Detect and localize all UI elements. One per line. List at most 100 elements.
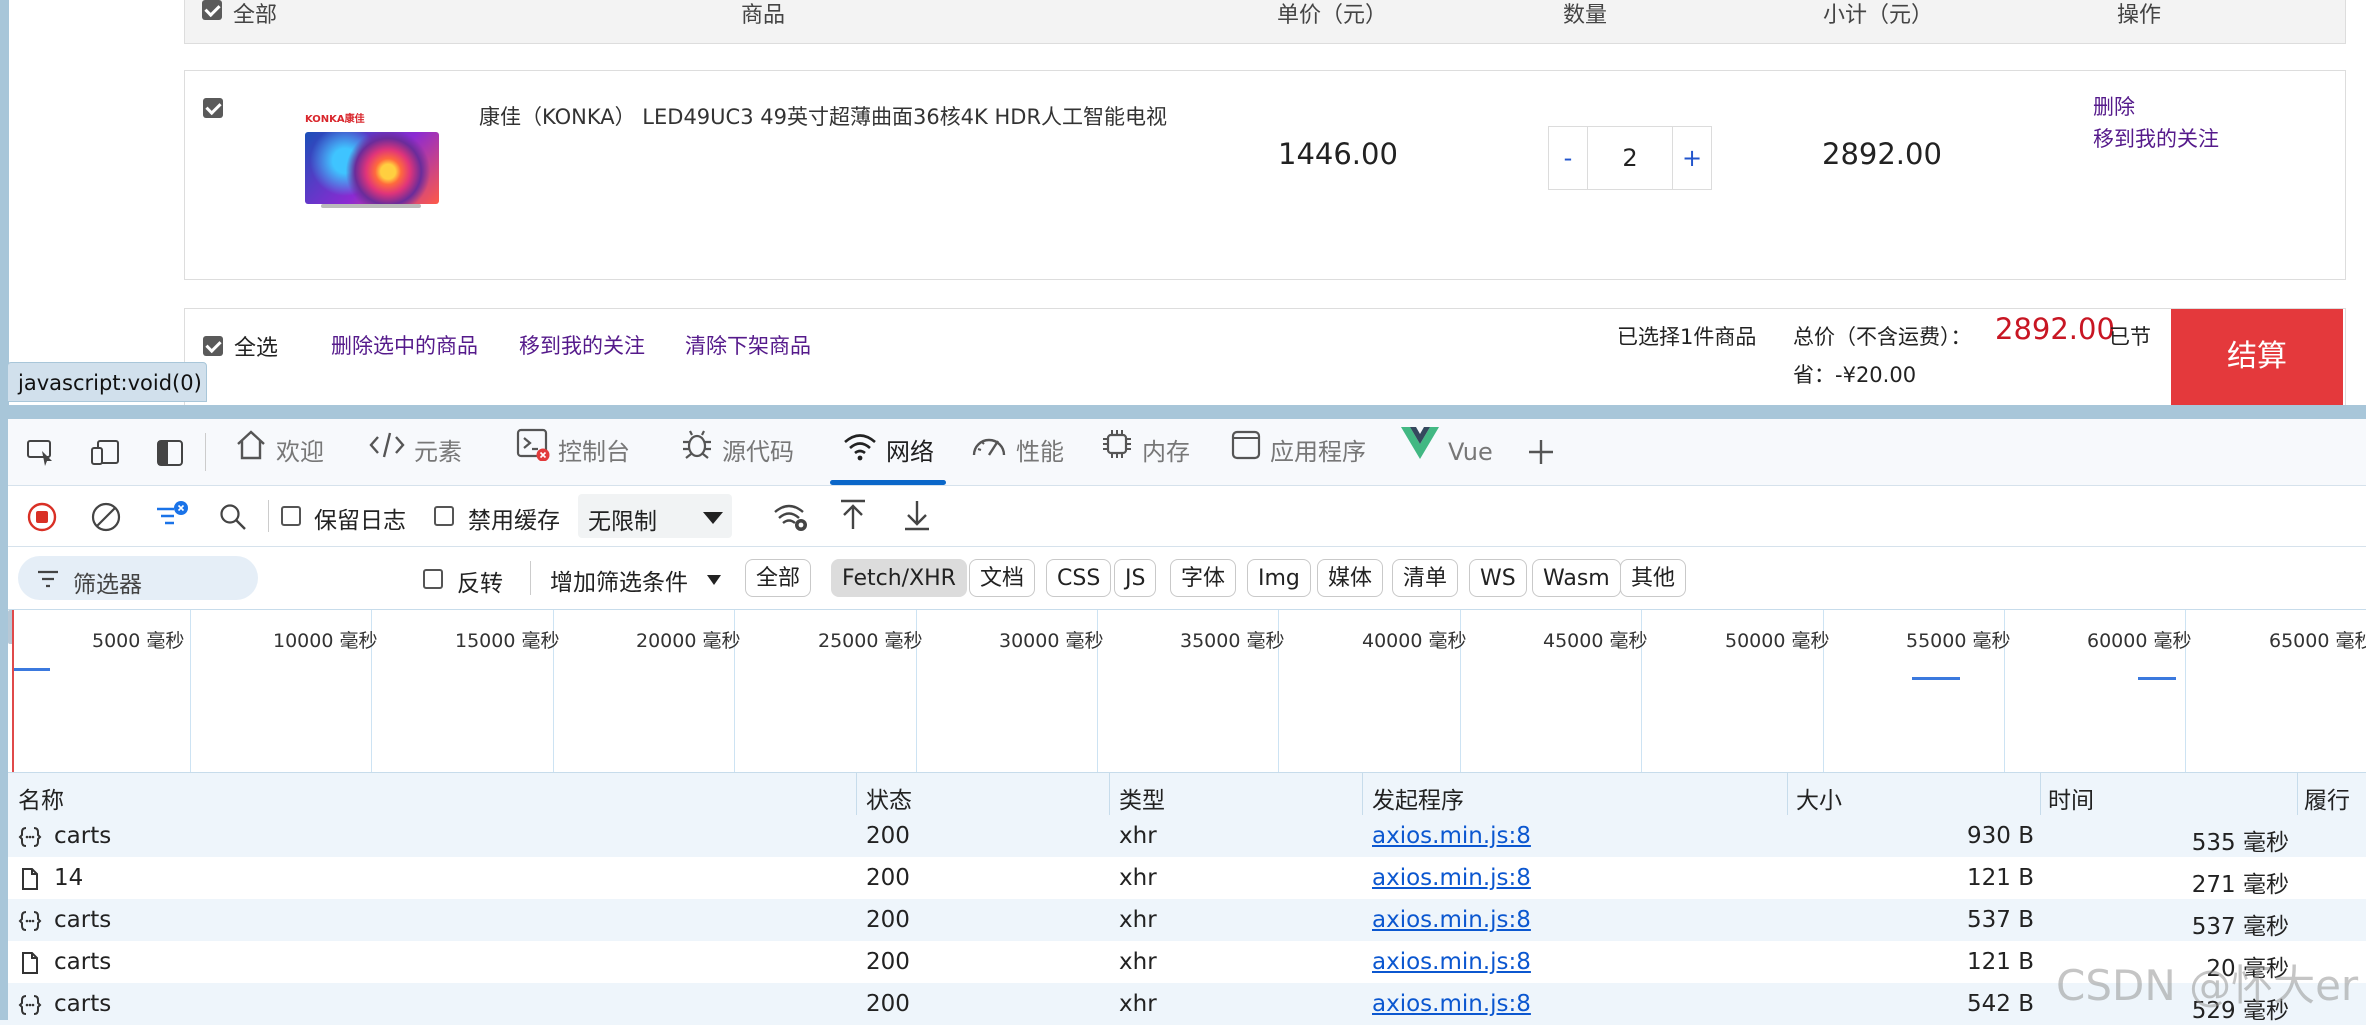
column-size[interactable]: 大小 bbox=[1796, 781, 1842, 815]
table-row[interactable]: carts 200 xhr axios.min.js:8 537 B 537 毫秒 bbox=[0, 899, 2366, 941]
cart-page: 全部 商品 单价（元） 数量 小计（元） 操作 KONKA康佳 康佳（KONKA… bbox=[0, 0, 2366, 405]
device-toolbar-icon[interactable] bbox=[90, 439, 120, 471]
move-to-favorites-link[interactable]: 移到我的关注 bbox=[2093, 123, 2219, 153]
tab-memory[interactable]: 内存 bbox=[1100, 419, 1190, 485]
quantity-input[interactable]: 2 bbox=[1588, 127, 1672, 189]
record-icon[interactable] bbox=[26, 501, 58, 537]
import-har-icon[interactable] bbox=[838, 498, 868, 536]
network-conditions-icon[interactable] bbox=[772, 500, 810, 538]
request-name[interactable]: carts bbox=[54, 991, 111, 1017]
tab-network[interactable]: 网络 bbox=[830, 419, 946, 485]
home-icon bbox=[234, 420, 268, 486]
increase-quantity-button[interactable]: + bbox=[1672, 127, 1711, 189]
request-name[interactable]: carts bbox=[54, 823, 111, 849]
disable-cache-checkbox[interactable] bbox=[434, 506, 454, 526]
select-all-footer-checkbox[interactable] bbox=[203, 336, 223, 356]
tab-performance-label: 性能 bbox=[1016, 438, 1064, 466]
filter-input[interactable]: 筛选器 bbox=[18, 556, 258, 600]
tab-vue-label: Vue bbox=[1448, 438, 1493, 466]
filter-chip-ws[interactable]: WS bbox=[1469, 559, 1527, 597]
request-type: xhr bbox=[1119, 865, 1157, 891]
filter-chip-doc[interactable]: 文档 bbox=[969, 559, 1036, 597]
clear-icon[interactable] bbox=[90, 501, 122, 537]
network-requests-table: 名称 状态 类型 发起程序 大小 时间 履行者 carts 200 xhr axios… bbox=[0, 773, 2366, 1025]
column-status[interactable]: 状态 bbox=[866, 781, 912, 815]
column-name[interactable]: 名称 bbox=[18, 781, 64, 815]
filter-chip-css[interactable]: CSS bbox=[1046, 559, 1112, 597]
product-image[interactable]: KONKA康佳 bbox=[303, 106, 441, 210]
filter-chip-img[interactable]: Img bbox=[1247, 559, 1311, 597]
dock-side-icon[interactable] bbox=[156, 439, 184, 471]
request-initiator-link[interactable]: axios.min.js:8 bbox=[1372, 949, 1531, 975]
filter-chip-font[interactable]: 字体 bbox=[1170, 559, 1237, 597]
inspect-element-icon[interactable] bbox=[26, 439, 56, 471]
total-label: 总价（不含运费）： bbox=[1793, 325, 1972, 349]
throttling-select[interactable]: 无限制 bbox=[578, 494, 732, 538]
caret-down-small-icon bbox=[706, 571, 722, 590]
preserve-log-checkbox[interactable] bbox=[281, 506, 301, 526]
table-row[interactable]: carts 200 xhr axios.min.js:8 542 B 529 毫秒 bbox=[0, 983, 2366, 1025]
column-time[interactable]: 时间 bbox=[2048, 781, 2094, 815]
timeline-tick-label: 60000 毫秒 bbox=[2087, 630, 2192, 652]
app-icon bbox=[1230, 420, 1262, 486]
request-initiator-link[interactable]: axios.min.js:8 bbox=[1372, 865, 1531, 891]
footer-move-to-favorites-link[interactable]: 移到我的关注 bbox=[519, 330, 645, 360]
timeline-request-bar bbox=[14, 668, 50, 671]
filter-chip-js[interactable]: JS bbox=[1114, 559, 1157, 597]
delete-selected-link[interactable]: 删除选中的商品 bbox=[331, 330, 478, 360]
invert-checkbox[interactable] bbox=[423, 569, 443, 589]
table-row[interactable]: carts 200 xhr axios.min.js:8 930 B 535 毫秒 bbox=[0, 815, 2366, 857]
export-har-icon[interactable] bbox=[902, 498, 932, 536]
item-checkbox[interactable] bbox=[203, 98, 223, 118]
timeline-tick-label: 20000 毫秒 bbox=[636, 630, 741, 652]
tab-elements[interactable]: 元素 bbox=[368, 419, 462, 485]
tabbar-divider bbox=[205, 433, 206, 471]
devtools-resize-handle[interactable] bbox=[0, 405, 2366, 419]
checkout-button[interactable]: 结算 bbox=[2171, 309, 2343, 405]
decrease-quantity-button[interactable]: - bbox=[1549, 127, 1588, 189]
tab-sources[interactable]: 源代码 bbox=[680, 419, 794, 485]
header-select-all-label: 全部 bbox=[233, 3, 278, 28]
filter-chip-wasm[interactable]: Wasm bbox=[1532, 559, 1621, 597]
xhr-icon bbox=[18, 909, 42, 939]
selected-count: 已选择1件商品 bbox=[1617, 325, 1757, 349]
table-row[interactable]: 14 200 xhr axios.min.js:8 121 B 271 毫秒 bbox=[0, 857, 2366, 899]
delete-link[interactable]: 删除 bbox=[2093, 91, 2135, 121]
bug-icon bbox=[680, 420, 714, 486]
filter-toggle-icon[interactable] bbox=[154, 499, 190, 539]
product-title[interactable]: 康佳（KONKA） LED49UC3 49英寸超薄曲面36核4K HDR人工智能… bbox=[479, 101, 1167, 131]
filter-chip-media[interactable]: 媒体 bbox=[1317, 559, 1384, 597]
request-initiator-link[interactable]: axios.min.js:8 bbox=[1372, 907, 1531, 933]
filter-chip-manifest[interactable]: 清单 bbox=[1392, 559, 1459, 597]
table-row[interactable]: carts 200 xhr axios.min.js:8 121 B 20 毫秒 bbox=[0, 941, 2366, 983]
timeline-tick-label: 50000 毫秒 bbox=[1725, 630, 1830, 652]
tab-welcome[interactable]: 欢迎 bbox=[234, 419, 324, 485]
tab-vue[interactable]: Vue bbox=[1400, 419, 1493, 485]
tab-performance[interactable]: 性能 bbox=[970, 419, 1064, 485]
vue-icon bbox=[1400, 420, 1440, 486]
filter-chip-fetch-xhr[interactable]: Fetch/XHR bbox=[831, 559, 967, 597]
tab-console[interactable]: 控制台 bbox=[516, 419, 630, 485]
filter-chip-other[interactable]: 其他 bbox=[1620, 559, 1687, 597]
column-initiator[interactable]: 发起程序 bbox=[1372, 781, 1464, 815]
column-type[interactable]: 类型 bbox=[1119, 781, 1165, 815]
request-name[interactable]: carts bbox=[54, 949, 111, 975]
network-overview-timeline[interactable]: 5000 毫秒 10000 毫秒 15000 毫秒 20000 毫秒 25000 毫秒 3… bbox=[0, 610, 2366, 773]
add-panel-icon[interactable] bbox=[1526, 437, 1556, 471]
clear-offshelf-link[interactable]: 清除下架商品 bbox=[685, 330, 811, 360]
tv-stand bbox=[321, 204, 421, 208]
filter-divider bbox=[530, 561, 531, 595]
request-initiator-link[interactable]: axios.min.js:8 bbox=[1372, 991, 1531, 1017]
request-size: 930 B bbox=[1967, 823, 2034, 849]
request-initiator-link[interactable]: axios.min.js:8 bbox=[1372, 823, 1531, 849]
request-time: 535 毫秒 bbox=[2191, 830, 2289, 856]
request-name[interactable]: 14 bbox=[54, 865, 83, 891]
request-time: 537 毫秒 bbox=[2191, 914, 2289, 940]
request-status: 200 bbox=[866, 865, 910, 891]
search-icon[interactable] bbox=[218, 502, 248, 536]
request-name[interactable]: carts bbox=[54, 907, 111, 933]
header-product: 商品 bbox=[741, 3, 786, 28]
select-all-header-checkbox[interactable] bbox=[202, 0, 222, 20]
tab-application[interactable]: 应用程序 bbox=[1230, 419, 1366, 485]
filter-chip-all[interactable]: 全部 bbox=[745, 559, 812, 597]
